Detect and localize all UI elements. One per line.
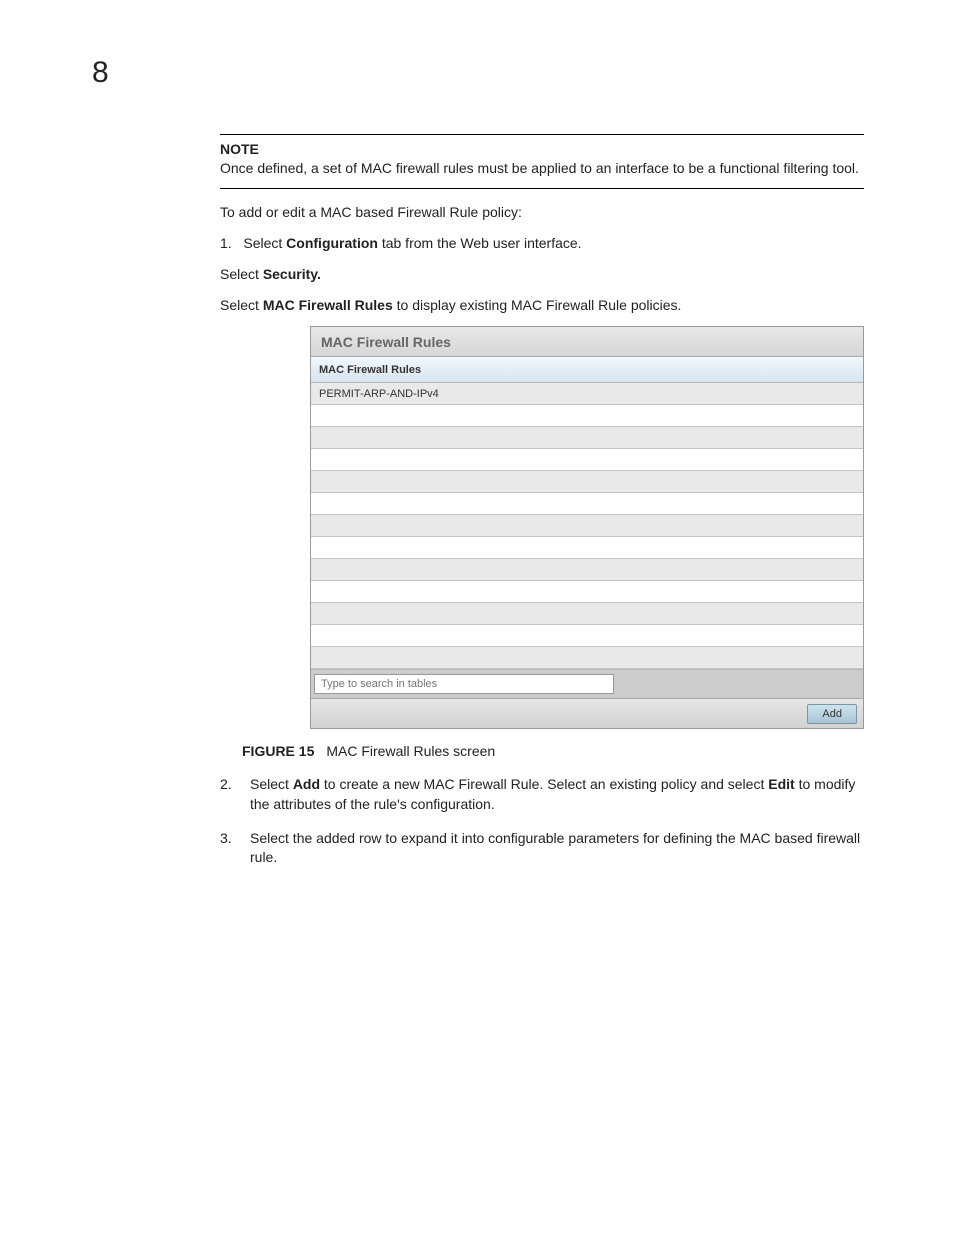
step-3-num: 3.	[220, 829, 240, 868]
table-row[interactable]	[311, 603, 863, 625]
column-header[interactable]: MAC Firewall Rules	[311, 357, 863, 383]
note-heading: NOTE	[220, 141, 864, 157]
note-rule-top	[220, 134, 864, 135]
step-2-b2: Edit	[768, 776, 794, 792]
step-1: 1. Select Configuration tab from the Web…	[220, 234, 864, 253]
table-row[interactable]	[311, 515, 863, 537]
page-number: 8	[92, 56, 109, 90]
step-2-p1: Select	[250, 776, 293, 792]
figure-text: MAC Firewall Rules screen	[326, 743, 495, 759]
step-2-num: 2.	[220, 775, 240, 814]
table-row[interactable]	[311, 427, 863, 449]
content-area: NOTE Once defined, a set of MAC firewall…	[220, 134, 864, 868]
intro-line: To add or edit a MAC based Firewall Rule…	[220, 203, 864, 222]
table-row[interactable]	[311, 405, 863, 427]
step-2-body: Select Add to create a new MAC Firewall …	[250, 775, 864, 814]
step-1-prefix: Select	[243, 235, 286, 251]
table-row[interactable]	[311, 537, 863, 559]
step-2-b1: Add	[293, 776, 320, 792]
select-rules-bold: MAC Firewall Rules	[263, 297, 393, 313]
table-row[interactable]	[311, 471, 863, 493]
figure-caption: FIGURE 15 MAC Firewall Rules screen	[242, 743, 864, 759]
step-3-body: Select the added row to expand it into c…	[250, 829, 864, 868]
table-row[interactable]: PERMIT-ARP-AND-IPv4	[311, 383, 863, 405]
select-security-prefix: Select	[220, 266, 263, 282]
step-1-suffix: tab from the Web user interface.	[378, 235, 582, 251]
panel-title: MAC Firewall Rules	[311, 327, 863, 357]
table-row[interactable]	[311, 559, 863, 581]
table-row[interactable]	[311, 449, 863, 471]
select-rules-suffix: to display existing MAC Firewall Rule po…	[393, 297, 682, 313]
step-3: 3. Select the added row to expand it int…	[220, 829, 864, 868]
step-1-bold: Configuration	[286, 235, 378, 251]
later-steps: 2. Select Add to create a new MAC Firewa…	[220, 775, 864, 867]
figure-label: FIGURE 15	[242, 743, 314, 759]
step-1-num: 1.	[220, 235, 232, 251]
table-row[interactable]	[311, 625, 863, 647]
table-row[interactable]	[311, 581, 863, 603]
select-rules-prefix: Select	[220, 297, 263, 313]
search-area	[311, 669, 863, 698]
page: 8 NOTE Once defined, a set of MAC firewa…	[0, 0, 954, 1235]
table-row[interactable]	[311, 647, 863, 669]
search-input[interactable]	[314, 674, 614, 694]
table-row[interactable]	[311, 493, 863, 515]
select-security: Select Security.	[220, 265, 864, 284]
step-2-p2: to create a new MAC Firewall Rule. Selec…	[320, 776, 768, 792]
note-rule-bottom	[220, 188, 864, 189]
select-rules: Select MAC Firewall Rules to display exi…	[220, 296, 864, 315]
select-security-bold: Security.	[263, 266, 321, 282]
firewall-rules-screenshot: MAC Firewall Rules MAC Firewall Rules PE…	[310, 326, 864, 729]
panel-footer: Add	[311, 698, 863, 728]
note-body: Once defined, a set of MAC firewall rule…	[220, 159, 864, 178]
step-2: 2. Select Add to create a new MAC Firewa…	[220, 775, 864, 814]
add-button[interactable]: Add	[807, 704, 857, 724]
table-body: PERMIT-ARP-AND-IPv4	[311, 383, 863, 669]
